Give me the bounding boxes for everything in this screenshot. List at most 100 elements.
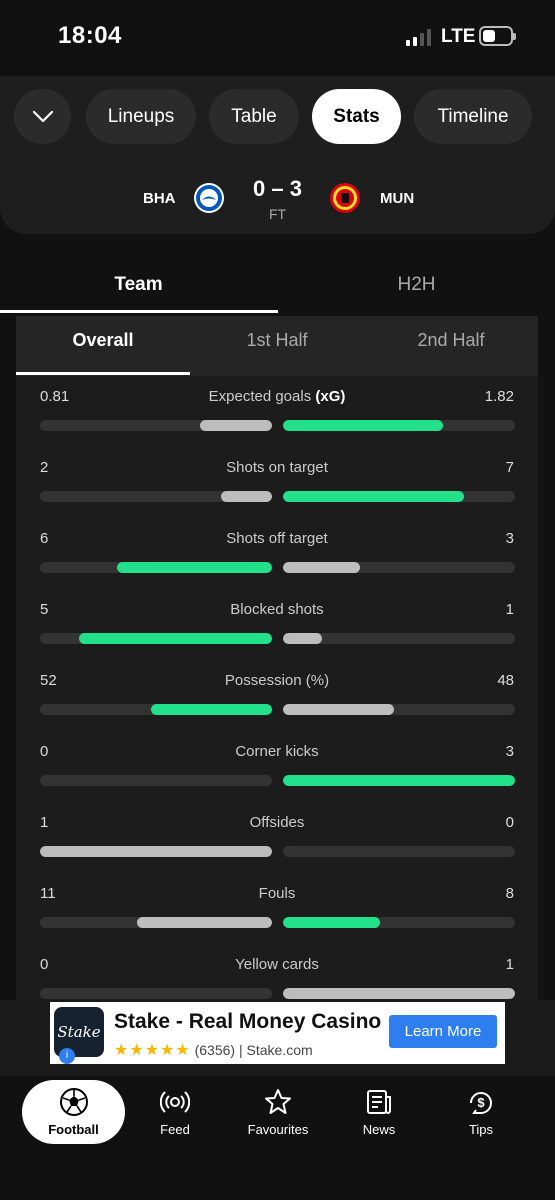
stat-away-bar: [283, 420, 444, 431]
stat-away-bar-track: [283, 633, 515, 644]
collapse-button[interactable]: [14, 89, 71, 144]
status-bar: 18:04 LTE: [0, 0, 555, 76]
team-h2h-tabs: Team H2H: [0, 254, 555, 316]
stat-row: 52 Possession (%) 48: [16, 672, 538, 743]
tab-overall[interactable]: Overall: [16, 330, 190, 351]
stat-away-value: 1: [505, 601, 514, 618]
stat-home-bar: [200, 420, 272, 431]
stat-away-value: 3: [505, 530, 514, 547]
stat-away-value: 3: [505, 743, 514, 760]
stat-row: 11 Fouls 8: [16, 885, 538, 956]
stat-away-value: 7: [505, 459, 514, 476]
stat-row: 5 Blocked shots 1: [16, 601, 538, 672]
ad-info-icon[interactable]: i: [59, 1048, 75, 1064]
tab-team[interactable]: Team: [0, 274, 277, 296]
battery-icon: [479, 26, 516, 46]
stat-away-value: 8: [505, 885, 514, 902]
stat-label: Shots off target: [226, 530, 328, 547]
stat-away-bar-track: [283, 917, 515, 928]
stat-away-bar: [283, 633, 323, 644]
tab-h2h[interactable]: H2H: [278, 274, 555, 296]
nav-item-football[interactable]: Football: [22, 1080, 125, 1144]
stat-away-bar-track: [283, 562, 515, 573]
tab-lineups[interactable]: Lineups: [86, 89, 196, 144]
tab-second-half[interactable]: 2nd Half: [364, 330, 538, 351]
stat-away-bar-track: [283, 846, 515, 857]
nav-label-feed: Feed: [160, 1122, 190, 1137]
stat-label: Expected goals (xG): [208, 388, 346, 405]
stat-label: Fouls: [258, 885, 296, 902]
stat-home-bar-track: [40, 846, 272, 857]
nav-label-football: Football: [48, 1122, 99, 1137]
stat-row: 0 Corner kicks 3: [16, 743, 538, 814]
stat-away-bar-track: [283, 988, 515, 999]
stat-away-value: 48: [497, 672, 514, 689]
ad-card[interactable]: Stake Stake - Real Money Casino ★★★★★ (6…: [50, 1002, 505, 1064]
tab-first-half[interactable]: 1st Half: [190, 330, 364, 351]
nav-item-news[interactable]: News: [329, 1086, 429, 1137]
stat-home-bar-track: [40, 704, 272, 715]
ad-rating-count: (6356): [194, 1042, 236, 1058]
tab-team-underline: [0, 310, 278, 313]
away-crest-icon: [330, 183, 360, 213]
stat-home-bar-track: [40, 562, 272, 573]
stat-row: 6 Shots off target 3: [16, 530, 538, 601]
xg-abbrev: (xG): [315, 388, 346, 405]
ad-subtitle: ★★★★★ (6356) | Stake.com: [114, 1042, 313, 1059]
tab-table[interactable]: Table: [209, 89, 299, 144]
chevron-down-icon: [32, 110, 53, 122]
stat-away-bar: [283, 562, 360, 573]
nav-item-favourites[interactable]: Favourites: [228, 1086, 328, 1137]
football-icon: [59, 1088, 88, 1116]
status-time: 18:04: [58, 22, 122, 49]
stat-away-bar: [283, 988, 515, 999]
signal-icon: [406, 28, 431, 46]
away-team-code: MUN: [380, 190, 415, 207]
stat-home-bar-track: [40, 491, 272, 502]
nav-label-news: News: [362, 1122, 396, 1137]
stat-label: Shots on target: [226, 459, 328, 476]
stat-away-bar-track: [283, 704, 515, 715]
nav-item-feed[interactable]: Feed: [125, 1086, 225, 1137]
stat-away-bar: [283, 917, 381, 928]
news-icon: [367, 1090, 391, 1114]
match-header: Lineups Table Stats Timeline BHA 0 – 3 F…: [0, 76, 555, 234]
bottom-nav: Football Feed Favourites News $ Tips: [0, 1076, 555, 1200]
stat-away-value: 0: [505, 814, 514, 831]
stat-away-bar-track: [283, 420, 515, 431]
stat-home-bar: [79, 633, 272, 644]
stat-home-bar-track: [40, 988, 272, 999]
stat-home-bar: [220, 491, 272, 502]
stat-label: Corner kicks: [235, 743, 319, 760]
network-label: LTE: [441, 26, 476, 47]
ad-title: Stake - Real Money Casino: [114, 1010, 382, 1033]
stat-label: Possession (%): [224, 672, 330, 689]
svg-text:$: $: [477, 1095, 485, 1110]
stats-panel: Overall 1st Half 2nd Half 0.81 Expected g…: [16, 316, 538, 1056]
ad-learn-more-button[interactable]: Learn More: [389, 1015, 497, 1048]
period-tabs: Overall 1st Half 2nd Half: [16, 316, 538, 376]
feed-icon: [160, 1091, 190, 1113]
stat-away-bar-track: [283, 775, 515, 786]
tab-timeline[interactable]: Timeline: [414, 89, 532, 144]
tips-icon: $: [470, 1092, 492, 1114]
stat-away-bar: [283, 775, 515, 786]
tab-stats[interactable]: Stats: [312, 89, 401, 144]
stat-row: 1 Offsides 0: [16, 814, 538, 885]
stat-home-bar: [116, 562, 272, 573]
stat-home-bar: [137, 917, 272, 928]
stat-away-value: 1.82: [484, 388, 514, 405]
stat-label: Offsides: [249, 814, 305, 831]
stat-home-bar-track: [40, 917, 272, 928]
score: 0 – 3: [253, 176, 302, 201]
stat-home-bar: [40, 846, 272, 857]
ad-domain: Stake.com: [246, 1042, 313, 1058]
nav-item-tips[interactable]: $ Tips: [431, 1086, 531, 1137]
stat-home-bar: [151, 704, 272, 715]
ad-banner: Stake Stake - Real Money Casino ★★★★★ (6…: [0, 1000, 555, 1076]
stat-label: Blocked shots: [230, 601, 324, 618]
score-row: BHA 0 – 3 FT MUN: [0, 172, 555, 232]
stat-home-bar-track: [40, 633, 272, 644]
stat-away-bar: [283, 491, 464, 502]
stat-away-bar-track: [283, 491, 515, 502]
